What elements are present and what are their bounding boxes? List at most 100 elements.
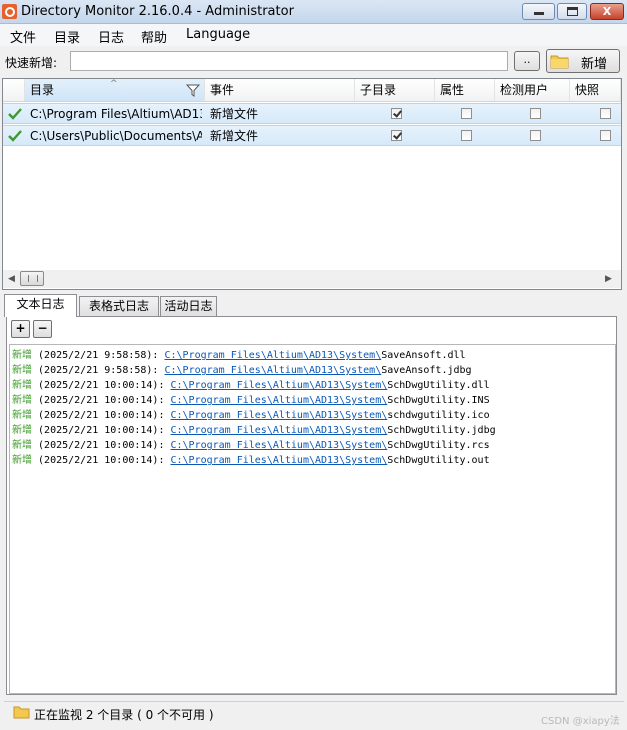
subdir-checkbox[interactable] [391, 108, 402, 119]
log-path-link[interactable]: C:\Program Files\Altium\AD13\System\ [171, 380, 388, 391]
minimize-icon [534, 12, 544, 15]
log-pane: + − 新增 (2025/2/21 9:58:58): C:\Program F… [6, 316, 617, 695]
browse-button[interactable]: .. [514, 51, 540, 71]
log-file: SchDwgUtility.dll [387, 380, 490, 391]
quick-add-input[interactable] [70, 51, 508, 71]
sort-ascending-icon: ^ [110, 79, 118, 89]
log-path-link[interactable]: C:\Program Files\Altium\AD13\System\ [171, 440, 388, 451]
log-path-link[interactable]: C:\Program Files\Altium\AD13\System\ [171, 455, 388, 466]
collapse-button[interactable]: − [33, 320, 52, 338]
log-file: SchDwgUtility.out [387, 455, 490, 466]
column-header-subdir[interactable]: 子目录 [355, 79, 435, 101]
tab-text-log[interactable]: 文本日志 [4, 294, 77, 317]
menu-log[interactable]: 日志 [98, 27, 124, 46]
tab-table-log[interactable]: 表格式日志 [79, 296, 159, 316]
log-time: (2025/2/21 9:58:58): [38, 350, 159, 361]
row-path: C:\Program Files\Altium\AD13 [30, 107, 202, 121]
column-header-snapshot[interactable]: 快照 [570, 79, 621, 101]
close-button[interactable]: X [590, 3, 624, 20]
log-time: (2025/2/21 10:00:14): [38, 425, 165, 436]
log-time: (2025/2/21 10:00:14): [38, 440, 165, 451]
log-entry: 新增 (2025/2/21 9:58:58): C:\Program Files… [12, 363, 472, 378]
column-header-event[interactable]: 事件 [205, 79, 355, 101]
log-text-area[interactable]: 新增 (2025/2/21 9:58:58): C:\Program Files… [9, 344, 616, 694]
log-path-link[interactable]: C:\Program Files\Altium\AD13\System\ [171, 425, 388, 436]
ok-check-icon [8, 130, 22, 142]
log-tag: 新增 [12, 350, 32, 361]
log-tag: 新增 [12, 410, 32, 421]
log-entry: 新增 (2025/2/21 10:00:14): C:\Program File… [12, 453, 490, 468]
log-time: (2025/2/21 10:00:14): [38, 395, 165, 406]
column-header-detect-user[interactable]: 检测用户 [495, 79, 570, 101]
row-event: 新增文件 [210, 107, 259, 121]
scroll-right-icon[interactable]: ▶ [605, 274, 612, 284]
log-time: (2025/2/21 10:00:14): [38, 380, 165, 391]
attributes-checkbox[interactable] [461, 130, 472, 141]
log-path-link[interactable]: C:\Program Files\Altium\AD13\System\ [164, 365, 381, 376]
add-button[interactable]: 新增 [546, 49, 620, 73]
subdir-checkbox[interactable] [391, 130, 402, 141]
log-entry: 新增 (2025/2/21 10:00:14): C:\Program File… [12, 438, 490, 453]
log-path-link[interactable]: C:\Program Files\Altium\AD13\System\ [171, 395, 388, 406]
maximize-button[interactable] [557, 3, 587, 20]
log-time: (2025/2/21 10:00:14): [38, 410, 165, 421]
folder-add-icon [550, 55, 569, 69]
maximize-icon [567, 7, 578, 16]
log-tabs: 文本日志 表格式日志 活动日志 [4, 294, 622, 317]
filter-icon[interactable] [186, 84, 200, 97]
log-tag: 新增 [12, 365, 32, 376]
directory-grid: ^ 目录 事件 子目录 属性 检测用户 快照 C:\Program Files\… [2, 78, 622, 290]
app-icon [2, 4, 17, 19]
minimize-button[interactable] [522, 3, 555, 20]
expand-button[interactable]: + [11, 320, 30, 338]
grid-header: ^ 目录 事件 子目录 属性 检测用户 快照 [3, 79, 621, 102]
status-column-header[interactable] [3, 79, 25, 101]
column-header-label: 目录 [30, 83, 55, 97]
attributes-checkbox[interactable] [461, 108, 472, 119]
column-header-directory[interactable]: ^ 目录 [25, 79, 205, 101]
tab-activity-log[interactable]: 活动日志 [160, 296, 217, 316]
scroll-left-icon[interactable]: ◀ [8, 274, 15, 284]
watermark: CSDN @xiapy法 [541, 716, 620, 727]
menu-directory[interactable]: 目录 [54, 27, 80, 46]
log-entry: 新增 (2025/2/21 10:00:14): C:\Program File… [12, 408, 490, 423]
log-tag: 新增 [12, 440, 32, 451]
log-time: (2025/2/21 10:00:14): [38, 455, 165, 466]
row-path: C:\Users\Public\Documents\Altium [30, 129, 202, 143]
title-bar: Directory Monitor 2.16.0.4 - Administrat… [0, 0, 627, 24]
menu-bar: 文件 目录 日志 帮助 Language [0, 24, 627, 46]
folder-icon [13, 706, 30, 719]
status-bar: 正在监视 2 个目录 ( 0 个不可用 ) [4, 701, 624, 724]
menu-file[interactable]: 文件 [10, 27, 36, 46]
log-tag: 新增 [12, 380, 32, 391]
menu-help[interactable]: 帮助 [141, 27, 167, 46]
log-entry: 新增 (2025/2/21 10:00:14): C:\Program File… [12, 393, 490, 408]
log-entry: 新增 (2025/2/21 10:00:14): C:\Program File… [12, 378, 490, 393]
column-header-attributes[interactable]: 属性 [435, 79, 495, 101]
close-icon: X [602, 5, 612, 18]
log-file: schdwgutility.ico [387, 410, 490, 421]
log-entry: 新增 (2025/2/21 9:58:58): C:\Program Files… [12, 348, 466, 363]
table-row[interactable]: C:\Program Files\Altium\AD13 新增文件 [3, 103, 621, 124]
log-file: SchDwgUtility.jdbg [387, 425, 496, 436]
log-file: SchDwgUtility.INS [387, 395, 490, 406]
log-entry: 新增 (2025/2/21 10:00:14): C:\Program File… [12, 423, 496, 438]
detect-user-checkbox[interactable] [530, 108, 541, 119]
row-event: 新增文件 [210, 129, 259, 143]
scroll-thumb[interactable] [20, 271, 44, 286]
menu-language[interactable]: Language [186, 27, 250, 42]
log-tag: 新增 [12, 455, 32, 466]
status-text: 正在监视 2 个目录 ( 0 个不可用 ) [34, 708, 214, 722]
log-tag: 新增 [12, 425, 32, 436]
table-row[interactable]: C:\Users\Public\Documents\Altium 新增文件 [3, 125, 621, 146]
window-title: Directory Monitor 2.16.0.4 - Administrat… [21, 4, 294, 19]
detect-user-checkbox[interactable] [530, 130, 541, 141]
log-tag: 新增 [12, 395, 32, 406]
log-path-link[interactable]: C:\Program Files\Altium\AD13\System\ [171, 410, 388, 421]
log-path-link[interactable]: C:\Program Files\Altium\AD13\System\ [164, 350, 381, 361]
log-file: SaveAnsoft.dll [381, 350, 466, 361]
horizontal-scrollbar[interactable]: ◀ ▶ [3, 270, 621, 288]
snapshot-checkbox[interactable] [600, 130, 611, 141]
quick-add-label: 快速新增: [5, 56, 58, 70]
snapshot-checkbox[interactable] [600, 108, 611, 119]
